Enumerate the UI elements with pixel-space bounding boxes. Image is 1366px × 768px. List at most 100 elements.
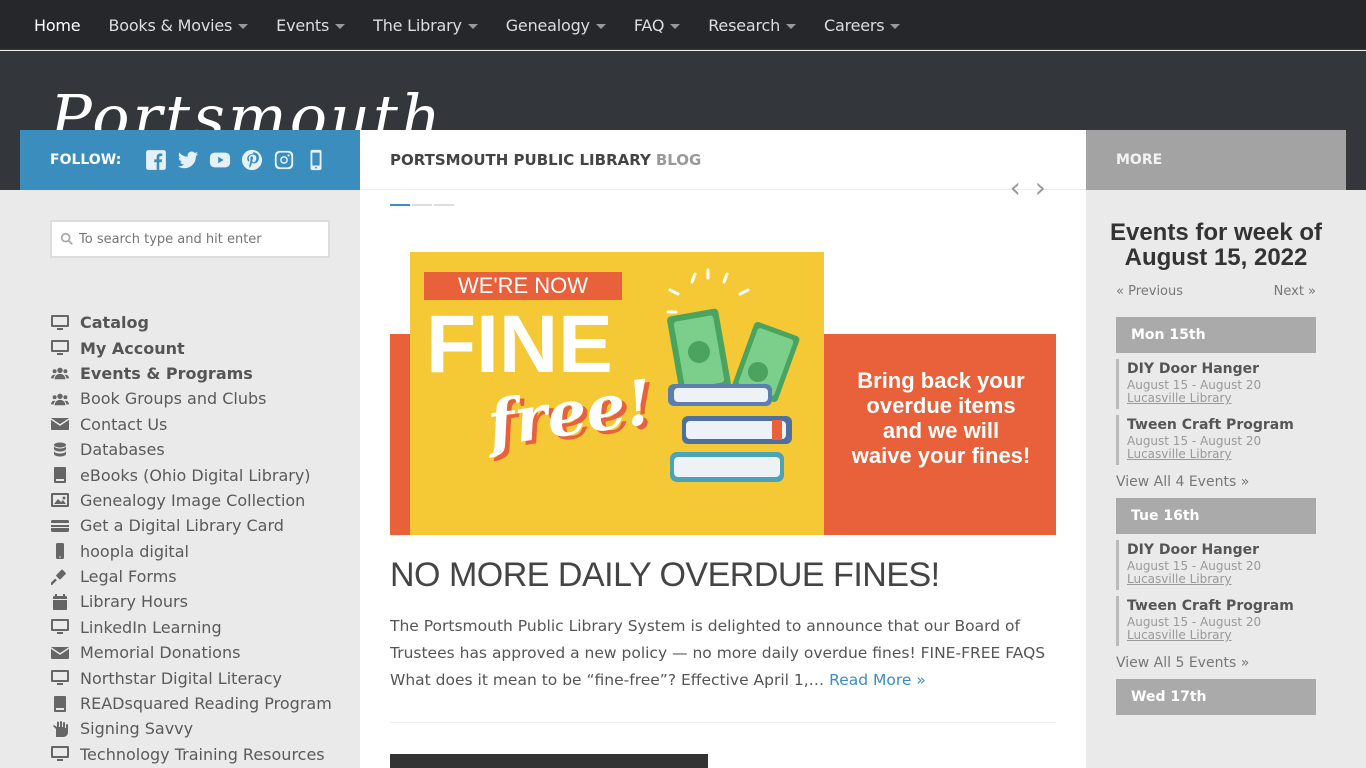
chevron-down-icon <box>335 23 346 29</box>
quick-links-list: Catalog My Account Events & Programs Boo… <box>20 310 360 767</box>
image-icon <box>50 492 70 508</box>
event-location[interactable]: Lucasville Library <box>1127 448 1316 461</box>
link-genealogy-images[interactable]: Genealogy Image Collection <box>50 488 360 513</box>
link-technology-training[interactable]: Technology Training Resources <box>50 742 360 767</box>
event-item[interactable]: DIY Door Hanger August 15 - August 20 Lu… <box>1116 359 1316 409</box>
link-book-groups[interactable]: Book Groups and Clubs <box>50 386 360 411</box>
link-library-hours[interactable]: Library Hours <box>50 589 360 614</box>
youtube-icon[interactable] <box>209 149 231 171</box>
carousel-dot[interactable] <box>390 204 410 206</box>
next-post-thumbnail[interactable] <box>390 754 708 768</box>
chevron-down-icon <box>238 23 249 29</box>
event-item[interactable]: Tween Craft Program August 15 - August 2… <box>1116 415 1316 465</box>
chevron-left-icon[interactable]: ‹ <box>1010 174 1021 202</box>
link-digital-card[interactable]: Get a Digital Library Card <box>50 513 360 538</box>
previous-week-link[interactable]: « Previous <box>1116 284 1183 299</box>
right-sidebar: MORE Events for week of August 15, 2022 … <box>1086 130 1346 768</box>
event-name[interactable]: DIY Door Hanger <box>1127 359 1316 379</box>
link-readsquared[interactable]: READsquared Reading Program <box>50 691 360 716</box>
link-events-programs[interactable]: Events & Programs <box>50 361 360 386</box>
event-item[interactable]: DIY Door Hanger August 15 - August 20 Lu… <box>1116 540 1316 590</box>
banner-line1: WE'RE NOW <box>458 273 588 298</box>
follow-label: FOLLOW: <box>50 152 122 168</box>
next-week-link[interactable]: Next » <box>1274 284 1316 299</box>
link-northstar[interactable]: Northstar Digital Literacy <box>50 665 360 690</box>
nav-item-research[interactable]: Research <box>708 16 797 35</box>
banner-right-line1: Bring back your <box>857 368 1025 393</box>
link-signing-savvy[interactable]: Signing Savvy <box>50 716 360 741</box>
link-label: Northstar Digital Literacy <box>80 668 282 688</box>
pinterest-icon[interactable] <box>241 149 263 171</box>
link-contact-us[interactable]: Contact Us <box>50 412 360 437</box>
link-databases[interactable]: Databases <box>50 437 360 462</box>
event-location[interactable]: Lucasville Library <box>1127 392 1316 405</box>
carousel-dot[interactable] <box>412 204 432 206</box>
events-week-title: Events for week of August 15, 2022 <box>1109 219 1323 271</box>
link-my-account[interactable]: My Account <box>50 335 360 360</box>
link-label: Signing Savvy <box>80 719 194 739</box>
book-icon <box>50 467 70 484</box>
chevron-right-icon[interactable]: › <box>1035 174 1046 202</box>
blog-heading: PORTSMOUTH PUBLIC LIBRARY BLOG <box>360 130 1086 190</box>
calendar-icon <box>50 593 70 610</box>
event-name[interactable]: Tween Craft Program <box>1127 415 1316 435</box>
view-all-events-link[interactable]: View All 5 Events » <box>1116 655 1316 671</box>
search-input[interactable] <box>79 231 319 247</box>
facebook-icon[interactable] <box>145 149 167 171</box>
view-all-events-link[interactable]: View All 4 Events » <box>1116 474 1316 490</box>
chevron-down-icon <box>467 23 478 29</box>
twitter-icon[interactable] <box>177 149 199 171</box>
main-content: PORTSMOUTH PUBLIC LIBRARY BLOG ‹ › WE'RE… <box>360 130 1086 768</box>
users-icon <box>50 391 70 407</box>
search-icon <box>60 232 73 245</box>
link-memorial-donations[interactable]: Memorial Donations <box>50 640 360 665</box>
nav-item-faq[interactable]: FAQ <box>634 16 681 35</box>
top-navigation: Home Books & Movies Events The Library G… <box>0 0 1366 50</box>
search-box <box>50 220 330 258</box>
nav-label: Home <box>34 15 81 35</box>
desktop-icon <box>50 670 70 686</box>
link-hoopla[interactable]: hoopla digital <box>50 539 360 564</box>
link-label: Book Groups and Clubs <box>80 389 267 409</box>
banner-right-line2: overdue items <box>866 393 1015 418</box>
nav-item-home[interactable]: Home <box>34 15 81 35</box>
link-ebooks[interactable]: eBooks (Ohio Digital Library) <box>50 462 360 487</box>
nav-item-books-movies[interactable]: Books & Movies <box>108 16 249 35</box>
post-title[interactable]: NO MORE DAILY OVERDUE FINES! <box>390 556 940 595</box>
event-name[interactable]: DIY Door Hanger <box>1127 540 1316 560</box>
mobile-icon[interactable] <box>305 149 327 171</box>
card-icon <box>50 518 70 534</box>
nav-label: Careers <box>824 15 885 35</box>
event-name[interactable]: Tween Craft Program <box>1127 596 1316 616</box>
chevron-down-icon <box>595 23 606 29</box>
event-location[interactable]: Lucasville Library <box>1127 629 1316 642</box>
left-sidebar: FOLLOW: Catalog My Account Events & Prog… <box>20 130 360 768</box>
link-linkedin-learning[interactable]: LinkedIn Learning <box>50 615 360 640</box>
link-catalog[interactable]: Catalog <box>50 310 360 335</box>
nav-item-the-library[interactable]: The Library <box>373 16 478 35</box>
week-pager: « Previous Next » <box>1086 284 1346 299</box>
event-item[interactable]: Tween Craft Program August 15 - August 2… <box>1116 596 1316 646</box>
blog-heading-secondary: BLOG <box>655 150 702 169</box>
users-icon <box>50 365 70 381</box>
fine-free-banner[interactable]: WE'RE NOW FINE free! free! Bring back yo… <box>390 252 1056 535</box>
book-icon <box>50 695 70 712</box>
post-divider <box>390 722 1056 723</box>
link-label: Databases <box>80 440 165 460</box>
link-label: Genealogy Image Collection <box>80 490 306 510</box>
nav-item-careers[interactable]: Careers <box>824 15 901 35</box>
mobile-icon <box>50 543 70 560</box>
instagram-icon[interactable] <box>273 149 295 171</box>
database-icon <box>50 442 70 458</box>
post-excerpt: The Portsmouth Public Library System is … <box>390 613 1060 694</box>
link-label: Get a Digital Library Card <box>80 516 284 536</box>
read-more-link[interactable]: Read More » <box>829 671 926 689</box>
banner-right-line4: waive your fines! <box>851 443 1031 468</box>
link-label: hoopla digital <box>80 541 189 561</box>
nav-label: Events <box>276 15 330 35</box>
nav-item-genealogy[interactable]: Genealogy <box>506 16 606 35</box>
nav-item-events[interactable]: Events <box>276 15 346 35</box>
link-legal-forms[interactable]: Legal Forms <box>50 564 360 589</box>
event-location[interactable]: Lucasville Library <box>1127 573 1316 586</box>
carousel-dot[interactable] <box>434 204 454 206</box>
